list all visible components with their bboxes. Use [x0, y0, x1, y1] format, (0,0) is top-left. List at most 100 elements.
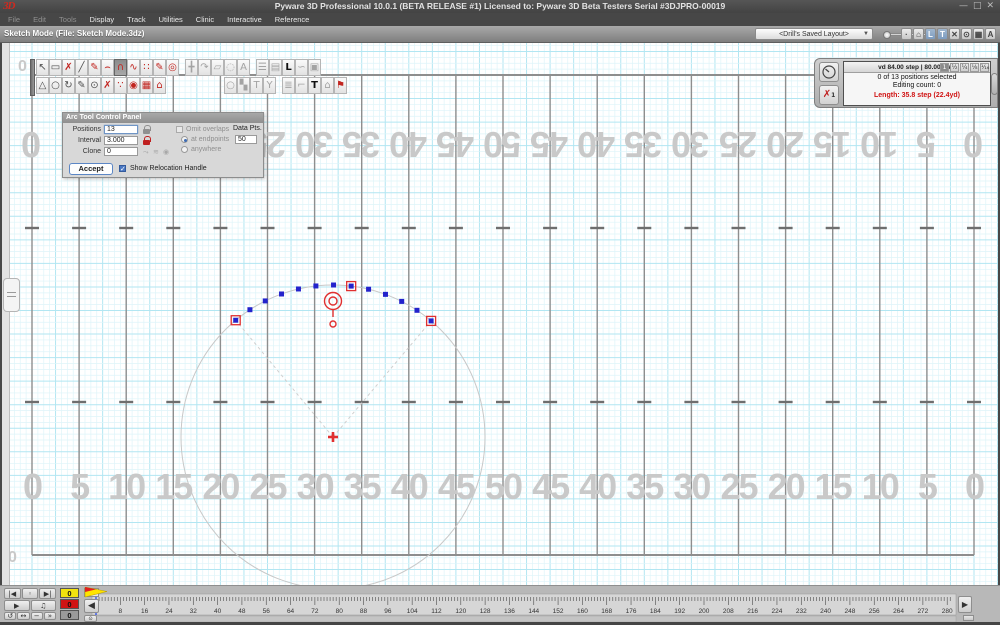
- go-start-button[interactable]: |◀: [4, 588, 21, 599]
- arc-position-10[interactable]: [382, 291, 388, 297]
- text-tool[interactable]: T: [308, 77, 321, 94]
- menu-clinic[interactable]: Clinic: [196, 15, 214, 24]
- menu-utilities[interactable]: Utilities: [159, 15, 183, 24]
- layout-select[interactable]: <Drill's Saved Layout> ▼: [755, 28, 873, 40]
- skip-button[interactable]: »: [43, 612, 56, 620]
- close-view-button[interactable]: ✕: [949, 28, 960, 40]
- arc-position-4[interactable]: [279, 291, 285, 297]
- pin-tool[interactable]: ⊙: [88, 77, 101, 94]
- line-tool[interactable]: ╱: [75, 59, 88, 76]
- flag-tool[interactable]: ⚑: [334, 77, 347, 94]
- play-button[interactable]: ▶: [4, 600, 30, 611]
- minimize-button[interactable]: —: [959, 1, 968, 11]
- delete-tool[interactable]: ✗: [62, 59, 75, 76]
- block-tool[interactable]: ∷: [140, 59, 153, 76]
- curve-tool[interactable]: ⌢: [101, 59, 114, 76]
- data-pts-input[interactable]: [235, 135, 257, 144]
- photo-tool[interactable]: ▣: [308, 59, 321, 76]
- menu-track[interactable]: Track: [127, 15, 145, 24]
- erase-tool[interactable]: ✗: [101, 77, 114, 94]
- sheet-tool[interactable]: ▤: [269, 59, 282, 76]
- grid-division-⅛[interactable]: ⅛: [970, 63, 979, 72]
- menu-file[interactable]: File: [8, 15, 20, 24]
- at-endpoints-radio[interactable]: [181, 136, 188, 143]
- menu-edit[interactable]: Edit: [33, 15, 46, 24]
- pen-tool[interactable]: ✎: [88, 59, 101, 76]
- grid-view-button[interactable]: ▦: [973, 28, 984, 40]
- arc-position-5[interactable]: [295, 286, 301, 292]
- show-handle-checkbox[interactable]: [119, 165, 126, 173]
- set-flag-icon[interactable]: [84, 587, 108, 599]
- ruler-forward-button[interactable]: ▶: [958, 596, 972, 613]
- lock-icon[interactable]: [143, 136, 151, 145]
- clone-input[interactable]: [104, 147, 138, 156]
- rotate-tool[interactable]: ↻: [62, 77, 75, 94]
- arc-position-1[interactable]: [233, 317, 239, 323]
- palette-grip[interactable]: [30, 59, 35, 96]
- align-tool[interactable]: ☰: [256, 59, 269, 76]
- tempo-knob[interactable]: ◦: [21, 588, 39, 599]
- audio-button[interactable]: ♫: [30, 600, 56, 611]
- arc-position-3[interactable]: [262, 298, 268, 304]
- select-tool[interactable]: ↖: [36, 59, 49, 76]
- grid-division-1[interactable]: 1: [940, 63, 949, 72]
- arc-position-6[interactable]: [313, 283, 319, 289]
- ruler-scroll-thumb[interactable]: [963, 615, 974, 621]
- zigzag-tool[interactable]: ∿: [127, 59, 140, 76]
- y-tool[interactable]: Y: [263, 77, 276, 94]
- home-view-button[interactable]: ⌂: [913, 28, 924, 40]
- marquee-tool[interactable]: ▭: [49, 59, 62, 76]
- magnifier-button[interactable]: ⊙: [84, 615, 97, 622]
- dot-view-button[interactable]: ·: [901, 28, 912, 40]
- grid-division-¹⁄₁₆[interactable]: ¹⁄₁₆: [980, 63, 989, 72]
- arc-position-11[interactable]: [399, 298, 405, 304]
- list-edit-tool[interactable]: ≣: [282, 77, 295, 94]
- home-tool[interactable]: ⌂: [321, 77, 334, 94]
- gauge-button[interactable]: [819, 62, 839, 82]
- clone-spot-icon[interactable]: ◉: [163, 148, 169, 156]
- arc-position-12[interactable]: [414, 307, 420, 313]
- zoom-slider-knob[interactable]: [883, 31, 891, 39]
- menu-tools[interactable]: Tools: [59, 15, 77, 24]
- count-ruler[interactable]: 8 16 24 32 40 48 56 64 72 80 88 96 104 112 120 128 136 14…: [0, 586, 996, 623]
- fold-tool[interactable]: ⌐: [295, 77, 308, 94]
- shade-tool[interactable]: ▚: [237, 77, 250, 94]
- count-yellow[interactable]: 0: [60, 588, 79, 598]
- x1-tool-button[interactable]: ✗1: [819, 85, 839, 105]
- maximize-button[interactable]: □: [973, 1, 982, 11]
- count-gray[interactable]: 0: [60, 610, 79, 620]
- clone-mirror-icon[interactable]: ≋: [153, 148, 159, 156]
- arc-position-9[interactable]: [366, 286, 372, 292]
- dash-button[interactable]: −: [30, 612, 43, 620]
- zoom-view-button[interactable]: ⊙: [961, 28, 972, 40]
- drill-canvas[interactable]: 0055101015152020252530303535404045455050…: [2, 43, 998, 585]
- swing-tool[interactable]: ↷: [198, 59, 211, 76]
- page-back-button[interactable]: ◀: [84, 599, 99, 613]
- t-move-tool[interactable]: T: [250, 77, 263, 94]
- omit-overlaps-checkbox[interactable]: [176, 126, 183, 133]
- menu-reference[interactable]: Reference: [275, 15, 310, 24]
- spot-tool[interactable]: ◉: [127, 77, 140, 94]
- arc-position-7[interactable]: [331, 282, 337, 288]
- count-red[interactable]: 0: [60, 599, 79, 609]
- close-button[interactable]: ✕: [986, 1, 994, 11]
- arc-position-13[interactable]: [428, 318, 434, 324]
- arc-position-2[interactable]: [247, 307, 253, 313]
- morph-tool[interactable]: ◌: [224, 59, 237, 76]
- freehand-tool[interactable]: ✎: [153, 59, 166, 76]
- move-tool[interactable]: ╋: [185, 59, 198, 76]
- unlock-icon[interactable]: [143, 125, 151, 134]
- block-w-tool[interactable]: ▦: [140, 77, 153, 94]
- anim-view-button[interactable]: A: [985, 28, 996, 40]
- lasso-tool[interactable]: ○: [49, 77, 62, 94]
- pencil-tool[interactable]: ✎: [75, 77, 88, 94]
- menu-display[interactable]: Display: [90, 15, 115, 24]
- resize-tool[interactable]: ▱: [211, 59, 224, 76]
- menu-interactive[interactable]: Interactive: [227, 15, 262, 24]
- oval-tool[interactable]: ○: [224, 77, 237, 94]
- top-view-button[interactable]: T: [937, 28, 948, 40]
- arc-tool[interactable]: ∩: [114, 59, 127, 76]
- house-tool[interactable]: ⌂: [153, 77, 166, 94]
- panel-tab[interactable]: [991, 73, 998, 95]
- go-end-button[interactable]: ▶|: [39, 588, 57, 599]
